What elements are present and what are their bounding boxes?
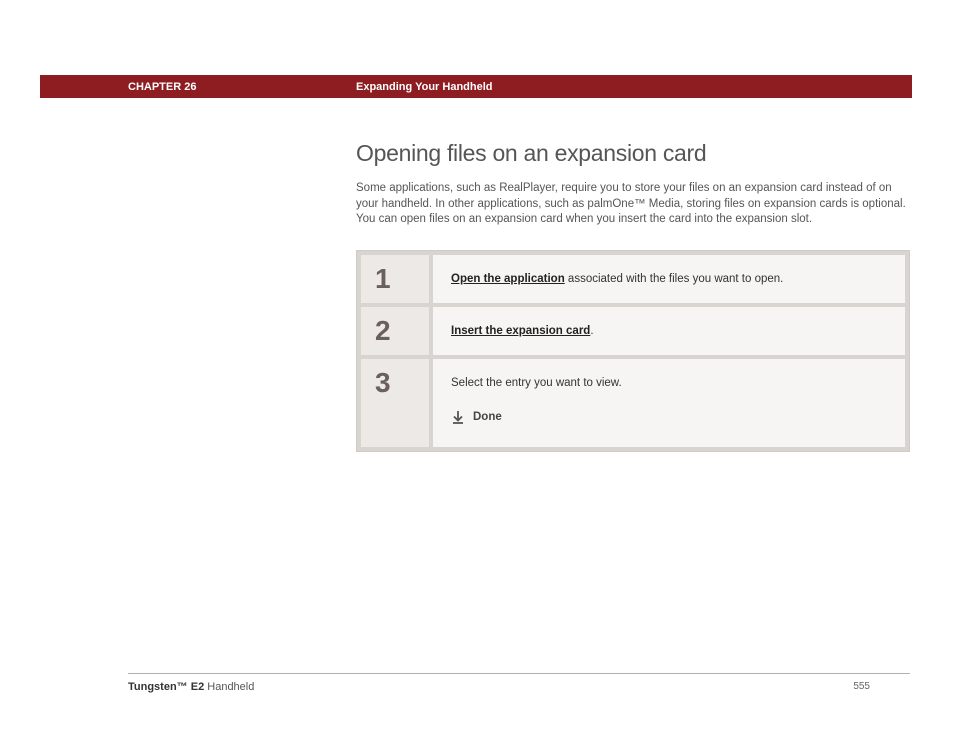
step-row: 1 Open the application associated with t… xyxy=(361,255,905,303)
done-row: Done xyxy=(451,409,887,425)
chapter-bar: CHAPTER 26 Expanding Your Handheld xyxy=(40,75,912,98)
step-text: associated with the files you want to op… xyxy=(565,273,784,285)
step-number: 3 xyxy=(361,359,429,447)
step-text: . xyxy=(590,325,593,337)
page-heading: Opening files on an expansion card xyxy=(356,140,910,167)
done-label: Done xyxy=(473,409,502,425)
step-text: Select the entry you want to view. xyxy=(451,375,887,391)
chapter-title: Expanding Your Handheld xyxy=(356,81,493,93)
product-name-bold: Tungsten™ E2 xyxy=(128,681,204,693)
step-body: Select the entry you want to view. Done xyxy=(433,359,905,447)
footer-product: Tungsten™ E2 Handheld xyxy=(128,681,254,693)
step-row: 2 Insert the expansion card. xyxy=(361,307,905,355)
intro-paragraph: Some applications, such as RealPlayer, r… xyxy=(356,181,910,228)
done-arrow-icon xyxy=(451,410,465,424)
footer-divider xyxy=(128,673,910,674)
step-row: 3 Select the entry you want to view. Don… xyxy=(361,359,905,447)
steps-container: 1 Open the application associated with t… xyxy=(356,250,910,452)
step-body: Insert the expansion card. xyxy=(433,307,905,355)
open-application-link[interactable]: Open the application xyxy=(451,273,565,285)
page-number: 555 xyxy=(853,681,870,692)
product-name-rest: Handheld xyxy=(204,681,254,693)
step-number: 2 xyxy=(361,307,429,355)
step-body: Open the application associated with the… xyxy=(433,255,905,303)
step-number: 1 xyxy=(361,255,429,303)
insert-card-link[interactable]: Insert the expansion card xyxy=(451,325,590,337)
chapter-number: CHAPTER 26 xyxy=(128,81,196,93)
